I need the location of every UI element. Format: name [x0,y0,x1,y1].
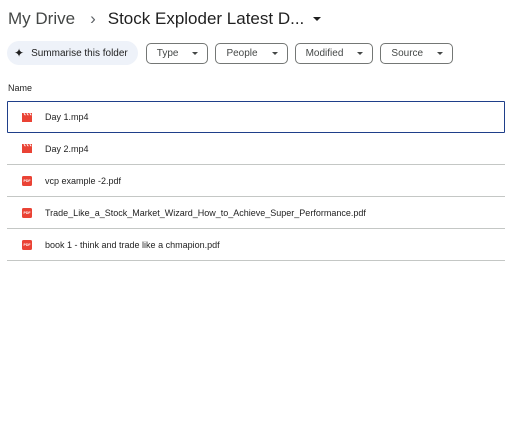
file-name: vcp example -2.pdf [45,175,122,186]
summarise-folder-label: Summarise this folder [31,47,128,59]
file-row[interactable]: PDF Trade_Like_a_Stock_Market_Wizard_How… [7,197,505,229]
file-name: Day 1.mp4 [45,112,89,122]
file-name: Day 2.mp4 [45,143,89,154]
dropdown-caret-icon [437,51,444,55]
dropdown-caret-icon [357,51,364,55]
column-header-name[interactable]: Name [8,83,32,93]
filter-chip-label: Modified [305,47,344,59]
file-row[interactable]: PDF vcp example -2.pdf [7,165,505,197]
file-name: book 1 - think and trade like a chmapion… [45,239,220,250]
filter-chip-people[interactable]: People [215,42,288,64]
filter-chip-label: People [226,47,258,59]
breadcrumb-my-drive[interactable]: My Drive [8,9,75,29]
file-list: Day 1.mp4 Day 2.mp4 PDF vcp example -2.p… [7,101,505,261]
filter-chip-type[interactable]: Type [145,42,209,64]
filter-chip-label: Type [156,47,179,59]
video-file-icon [22,112,32,122]
pdf-file-icon: PDF [22,175,32,186]
filter-bar: ✦ Summarise this folder Type People Modi… [7,41,460,65]
pdf-file-icon: PDF [22,239,32,250]
pdf-file-icon: PDF [22,207,32,218]
file-row[interactable]: Day 2.mp4 [7,133,505,165]
breadcrumb-current-folder[interactable]: Stock Exploder Latest D... [108,9,305,29]
breadcrumb: My Drive › Stock Exploder Latest D... [8,6,322,32]
summarise-folder-button[interactable]: ✦ Summarise this folder [7,41,138,65]
file-row[interactable]: PDF book 1 - think and trade like a chma… [7,229,505,261]
dropdown-caret-icon [271,51,278,55]
filter-chip-source[interactable]: Source [380,42,454,64]
sparkle-icon: ✦ [14,46,25,60]
file-row[interactable]: Day 1.mp4 [7,101,505,133]
pdf-badge: PDF [22,239,32,250]
folder-menu-caret-icon[interactable] [313,17,322,21]
filter-chip-modified[interactable]: Modified [294,42,374,64]
pdf-badge: PDF [22,207,32,218]
filter-chip-label: Source [391,47,424,59]
video-file-icon [22,144,32,154]
dropdown-caret-icon [192,51,199,55]
file-name: Trade_Like_a_Stock_Market_Wizard_How_to_… [45,207,366,218]
pdf-badge: PDF [22,175,32,186]
breadcrumb-separator-icon: › [90,9,96,28]
